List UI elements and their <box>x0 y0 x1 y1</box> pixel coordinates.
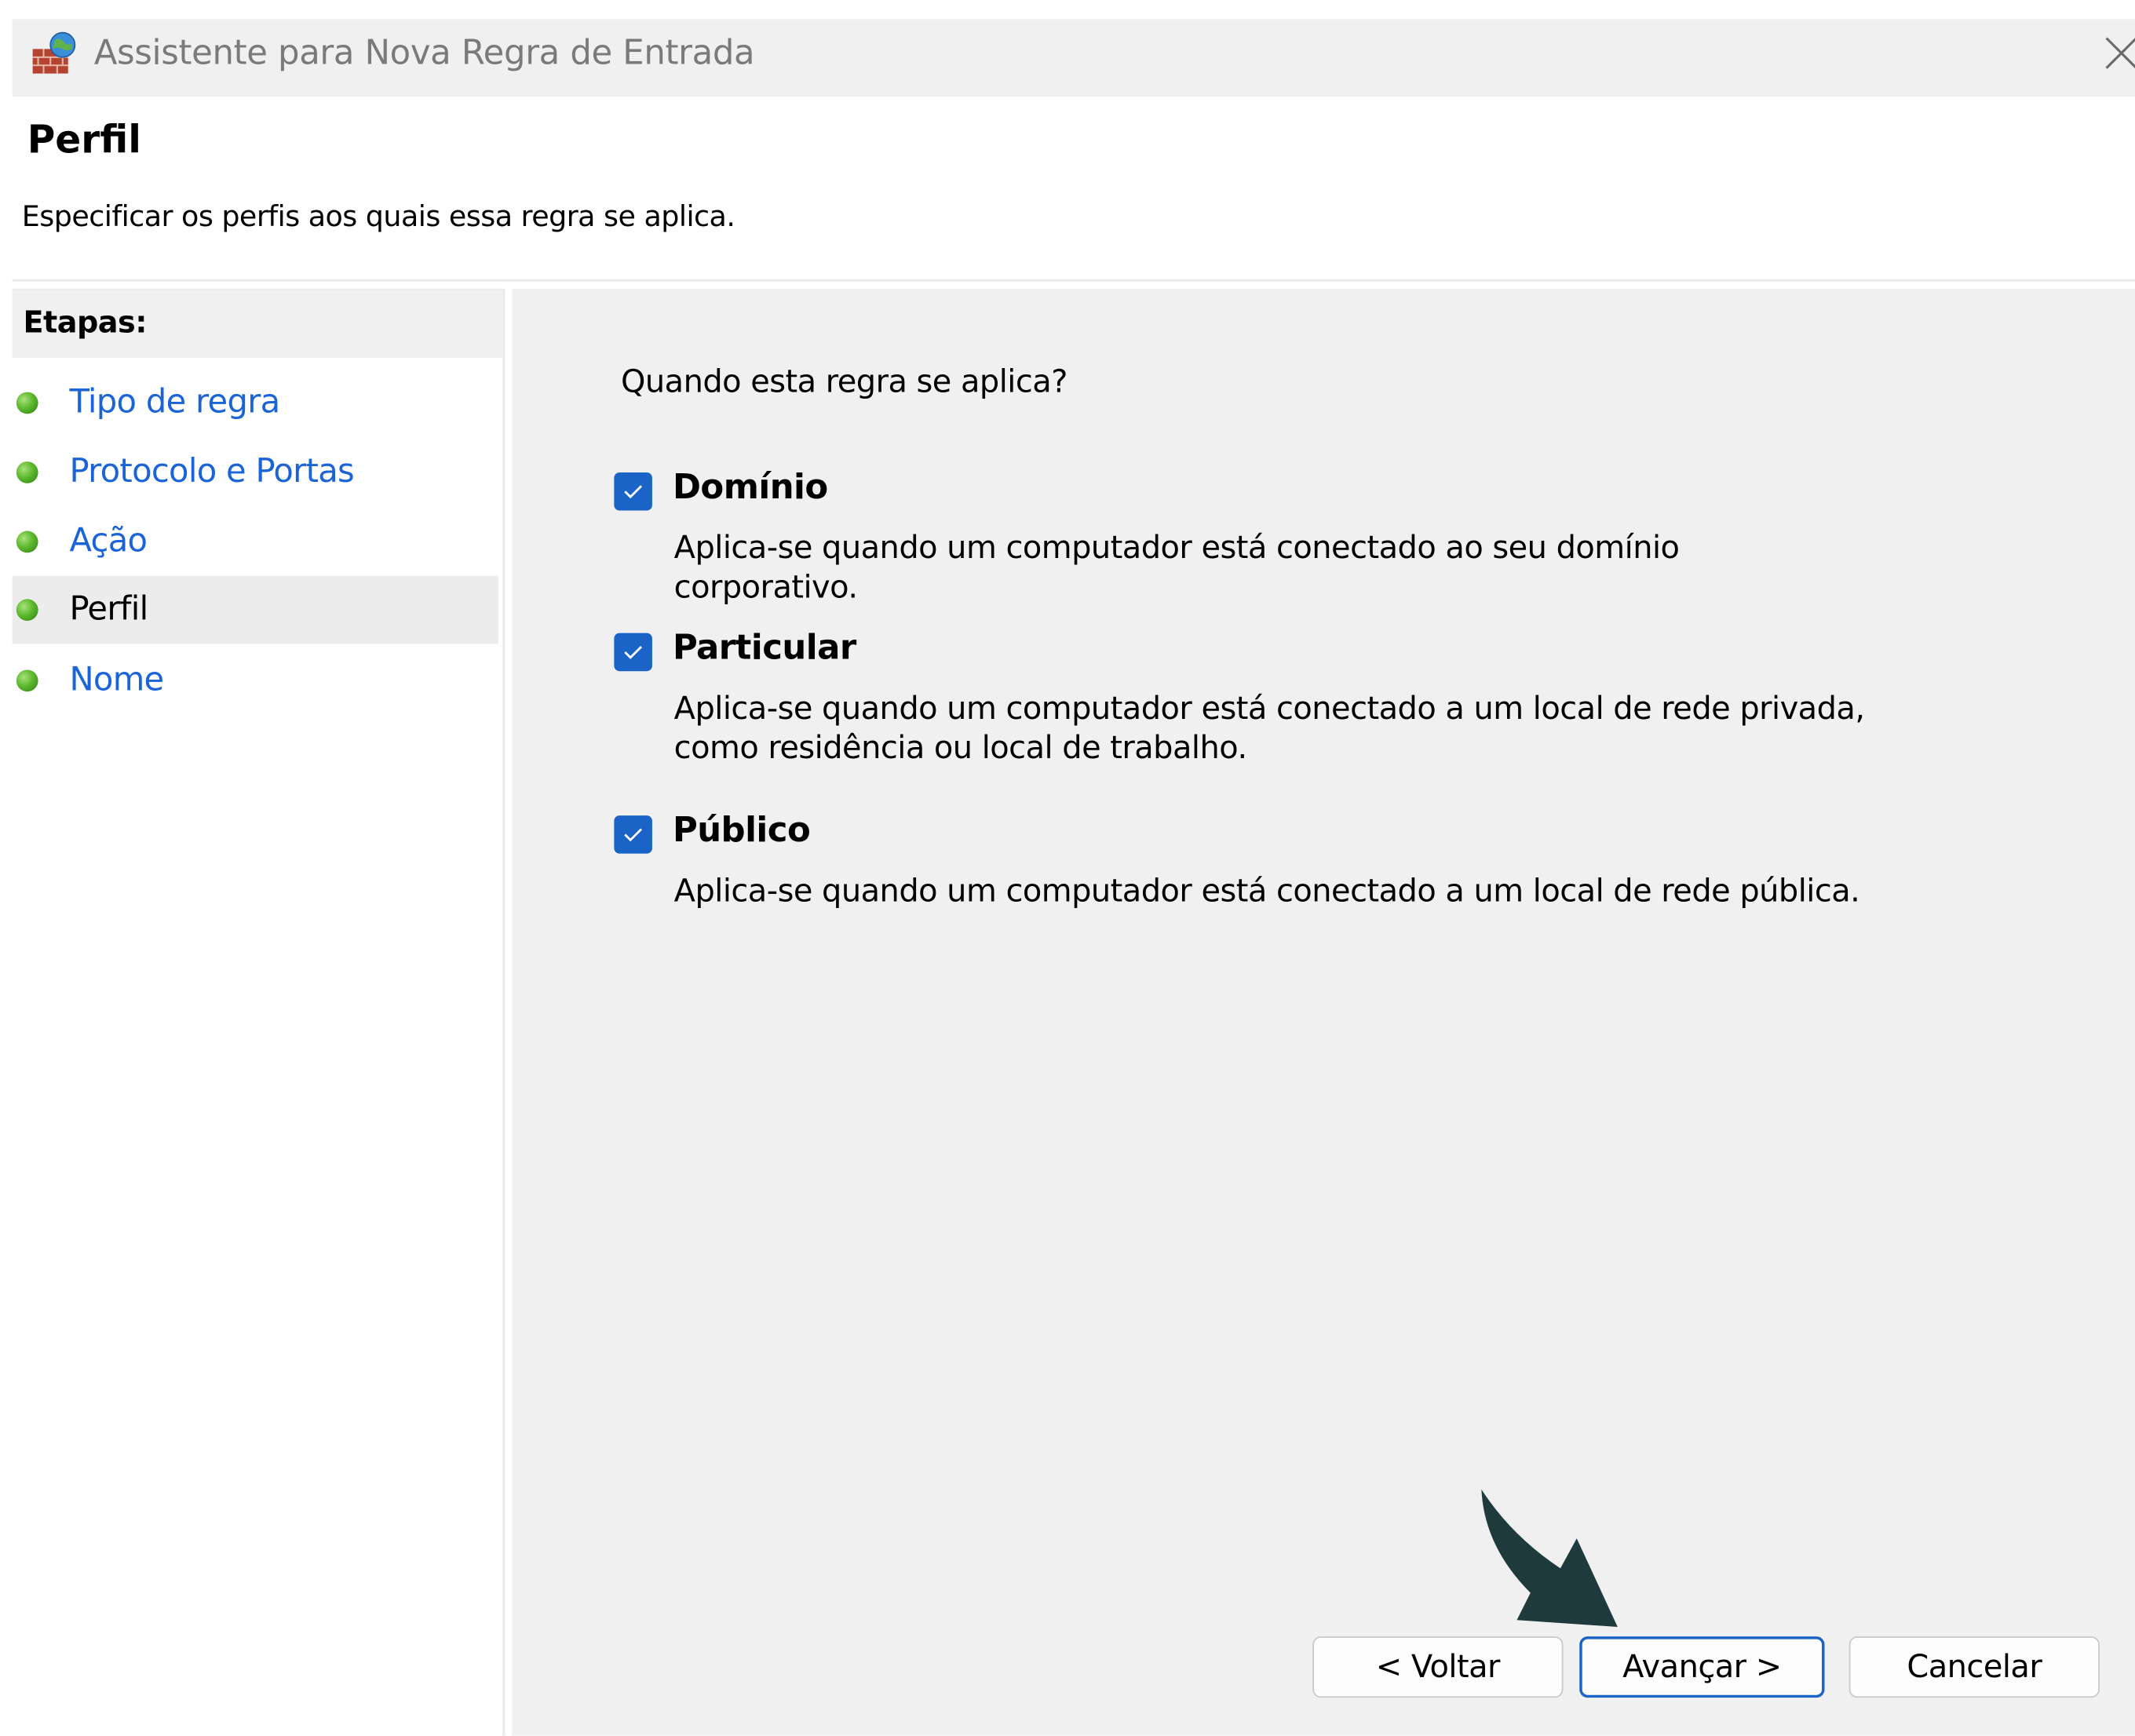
publico-label[interactable]: Público <box>673 810 811 849</box>
step-label: Protocolo e Portas <box>69 451 355 491</box>
step-label: Nome <box>69 660 164 698</box>
step-acao[interactable]: Ação <box>13 508 498 576</box>
step-protocolo-e-portas[interactable]: Protocolo e Portas <box>13 439 498 507</box>
back-button[interactable]: < Voltar <box>1312 1636 1564 1698</box>
green-dot-icon <box>16 599 38 622</box>
green-dot-icon <box>16 461 38 483</box>
question-text: Quando esta regra se aplica? <box>621 364 1068 401</box>
green-dot-icon <box>16 531 38 553</box>
particular-checkbox[interactable] <box>614 633 652 672</box>
steps-pane: Etapas: Tipo de regra Protocolo e Portas… <box>12 288 505 1736</box>
green-dot-icon <box>16 669 38 692</box>
checkmark-icon <box>624 485 643 499</box>
next-button[interactable]: Avançar > <box>1579 1636 1825 1698</box>
dominio-checkbox[interactable] <box>614 472 652 511</box>
curved-arrow-icon <box>1481 1489 1618 1627</box>
checkmark-icon <box>624 646 643 659</box>
page-title: Perfil <box>27 117 141 162</box>
divider <box>12 279 2135 283</box>
content-pane: Quando esta regra se aplica? Domínio Apl… <box>512 288 2135 1736</box>
steps-header: Etapas: <box>12 290 503 359</box>
publico-checkbox[interactable] <box>614 815 652 854</box>
step-perfil[interactable]: Perfil <box>12 575 498 644</box>
close-icon[interactable] <box>2101 33 2135 74</box>
step-label: Tipo de regra <box>69 382 280 421</box>
step-label: Ação <box>69 521 148 560</box>
dominio-label[interactable]: Domínio <box>673 467 828 506</box>
cancel-button[interactable]: Cancelar <box>1849 1636 2100 1698</box>
step-tipo-de-regra[interactable]: Tipo de regra <box>13 369 498 437</box>
particular-label[interactable]: Particular <box>673 628 856 667</box>
window-title: Assistente para Nova Regra de Entrada <box>93 32 755 72</box>
particular-description: Aplica-se quando um computador está cone… <box>673 691 1865 767</box>
checkmark-icon <box>624 828 643 842</box>
steps-heading: Etapas: <box>23 306 147 341</box>
page-subtitle: Especificar os perfis aos quais essa reg… <box>21 200 735 233</box>
step-nome[interactable]: Nome <box>13 647 498 715</box>
title-bar: Assistente para Nova Regra de Entrada <box>12 19 2135 97</box>
dominio-description: Aplica-se quando um computador está cone… <box>673 531 1680 606</box>
green-dot-icon <box>16 392 38 414</box>
firewall-globe-icon <box>32 31 76 74</box>
step-label: Perfil <box>69 589 148 628</box>
publico-description: Aplica-se quando um computador está cone… <box>673 873 1860 910</box>
wizard-window: Assistente para Nova Regra de Entrada Pe… <box>0 0 2135 1736</box>
